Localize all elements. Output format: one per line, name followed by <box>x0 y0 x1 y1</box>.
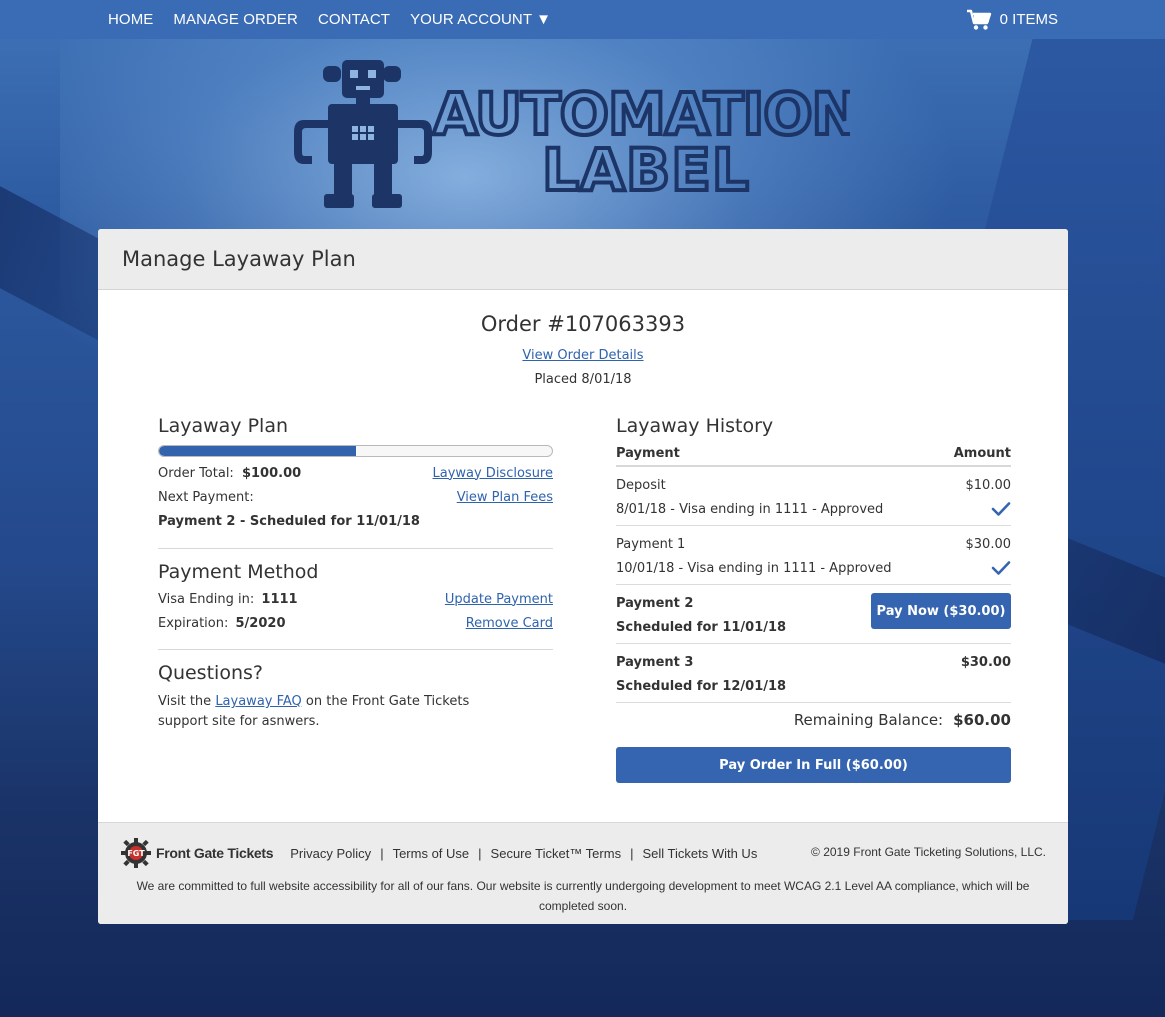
cart-icon <box>966 9 991 30</box>
copyright: © 2019 Front Gate Ticketing Solutions, L… <box>811 845 1046 859</box>
next-payment-value-row: Payment 2 - Scheduled for 11/01/18 <box>158 509 553 533</box>
history-payment-name: Payment 2 <box>616 595 694 611</box>
next-payment-label: Next Payment: <box>158 489 254 505</box>
history-row-payment-3: Payment 3 $30.00 Scheduled for 12/01/18 <box>616 644 1011 703</box>
layaway-disclosure-link[interactable]: Layway Disclosure <box>432 466 553 481</box>
nav-home[interactable]: HOME <box>108 11 153 28</box>
footer-separator: | <box>380 845 384 861</box>
visa-label: Visa Ending in: <box>158 591 255 607</box>
history-payment-name: Payment 1 <box>616 536 686 552</box>
order-number: Order #107063393 <box>480 312 686 336</box>
fgt-gear-icon: FGT <box>121 838 151 868</box>
history-payment-amount: $30.00 <box>965 536 1012 552</box>
layaway-history-column: Layaway History Payment Amount Deposit $1… <box>616 415 1011 783</box>
pay-order-in-full-button[interactable]: Pay Order In Full ($60.00) <box>616 747 1011 783</box>
secure-ticket-terms-link[interactable]: Secure Ticket™ Terms <box>491 846 622 861</box>
logo-text-line2: LABEL <box>542 136 750 204</box>
history-row-payment-1: Payment 1 $30.00 10/01/18 - Visa ending i… <box>616 526 1011 585</box>
page-title: Manage Layaway Plan <box>122 247 356 271</box>
next-payment-row: Next Payment: View Plan Fees <box>158 485 553 509</box>
visa-row: Visa Ending in: 1111 Update Payment <box>158 587 553 611</box>
visa-value: 1111 <box>261 591 298 607</box>
view-plan-fees-link[interactable]: View Plan Fees <box>457 490 553 505</box>
divider <box>158 649 553 650</box>
questions-text-before: Visit the <box>158 694 216 709</box>
nav-your-account[interactable]: YOUR ACCOUNT ▼ <box>410 11 551 28</box>
history-payment-detail: Scheduled for 12/01/18 <box>616 678 787 694</box>
view-order-details-link[interactable]: View Order Details <box>522 348 643 363</box>
order-total-value: $100.00 <box>241 465 302 481</box>
next-payment-value: Payment 2 - Scheduled for 11/01/18 <box>158 513 420 529</box>
layaway-progress-bar <box>158 445 553 457</box>
col-amount-header: Amount <box>953 445 1011 461</box>
history-table-header: Payment Amount <box>616 441 1011 467</box>
front-gate-brand: Front Gate Tickets <box>156 845 274 861</box>
approved-check-icon <box>991 561 1011 575</box>
expiration-label: Expiration: <box>158 615 229 631</box>
history-row-payment-2: Payment 2 Scheduled for 11/01/18 Pay Now… <box>616 585 1011 644</box>
payment-method-title: Payment Method <box>158 561 319 583</box>
questions-title: Questions? <box>158 662 263 684</box>
cart-count: 0 ITEMS <box>999 11 1058 28</box>
history-row-deposit: Deposit $10.00 8/01/18 - Visa ending in 1… <box>616 467 1011 526</box>
remaining-balance: Remaining Balance: $60.00 <box>616 703 1011 737</box>
col-payment-header: Payment <box>616 445 680 461</box>
questions-text-line2: support site for asnwers. <box>158 714 320 729</box>
privacy-policy-link[interactable]: Privacy Policy <box>290 846 371 861</box>
layaway-history-title: Layaway History <box>616 415 774 437</box>
top-nav-bar: HOME MANAGE ORDER CONTACT YOUR ACCOUNT ▼… <box>0 0 1165 39</box>
remove-card-link[interactable]: Remove Card <box>466 616 553 631</box>
history-payment-amount: $30.00 <box>960 654 1011 670</box>
approved-check-icon <box>991 502 1011 516</box>
order-total-label: Order Total: <box>158 465 234 481</box>
order-details-wrap: View Order Details <box>98 348 1068 363</box>
terms-of-use-link[interactable]: Terms of Use <box>393 846 470 861</box>
order-placed-date: Placed 8/01/18 <box>534 372 632 387</box>
layaway-plan-title: Layaway Plan <box>158 415 289 437</box>
questions-text-after: on the Front Gate Tickets <box>301 694 470 709</box>
history-payment-amount: $10.00 <box>965 477 1012 493</box>
layaway-progress-fill <box>159 446 356 456</box>
divider <box>158 548 553 549</box>
nav-manage-order[interactable]: MANAGE ORDER <box>173 11 298 28</box>
history-payment-detail: 10/01/18 - Visa ending in 1111 - Approve… <box>616 560 892 576</box>
accessibility-statement: We are committed to full website accessi… <box>136 879 1030 913</box>
order-total-row: Order Total: $100.00 Layway Disclosure <box>158 461 553 485</box>
front-gate-logo[interactable]: FGT Front Gate Tickets <box>120 837 274 869</box>
nav-contact[interactable]: CONTACT <box>318 11 390 28</box>
questions-text: Visit the Layaway FAQ on the Front Gate … <box>158 692 553 732</box>
visa-ending: Visa Ending in: 1111 <box>158 592 298 607</box>
update-payment-link[interactable]: Update Payment <box>445 592 553 607</box>
order-total: Order Total: $100.00 <box>158 466 301 481</box>
remaining-balance-label: Remaining Balance: <box>793 711 944 729</box>
history-payment-name: Deposit <box>616 477 666 493</box>
expiration: Expiration: 5/2020 <box>158 616 286 631</box>
layaway-faq-link[interactable]: Layaway FAQ <box>215 694 301 709</box>
automation-label-logo: AUTOMATION LABEL <box>290 60 862 210</box>
history-payment-detail: 8/01/18 - Visa ending in 1111 - Approved <box>616 501 884 517</box>
robot-icon: AUTOMATION LABEL <box>294 60 862 208</box>
history-payment-detail: Scheduled for 11/01/18 <box>616 619 787 635</box>
fgt-mark: FGT <box>127 849 145 858</box>
layaway-plan-column: Layaway Plan Order Total: $100.00 Layway… <box>158 415 553 732</box>
pay-now-button[interactable]: Pay Now ($30.00) <box>871 593 1011 629</box>
cart-button[interactable]: 0 ITEMS <box>966 0 1058 39</box>
footer-links: FGT Front Gate Tickets Privacy Policy | … <box>120 837 766 869</box>
expiration-row: Expiration: 5/2020 Remove Card <box>158 611 553 635</box>
remaining-balance-value: $60.00 <box>953 711 1011 729</box>
expiration-value: 5/2020 <box>235 615 286 631</box>
card-header: Manage Layaway Plan <box>98 229 1068 290</box>
footer-separator: | <box>630 845 634 861</box>
manage-layaway-card: Manage Layaway Plan Order #107063393 Vie… <box>98 229 1068 924</box>
history-payment-name: Payment 3 <box>616 654 694 670</box>
card-footer: FGT Front Gate Tickets Privacy Policy | … <box>98 822 1068 924</box>
sell-tickets-link[interactable]: Sell Tickets With Us <box>642 846 757 861</box>
footer-separator: | <box>478 845 482 861</box>
